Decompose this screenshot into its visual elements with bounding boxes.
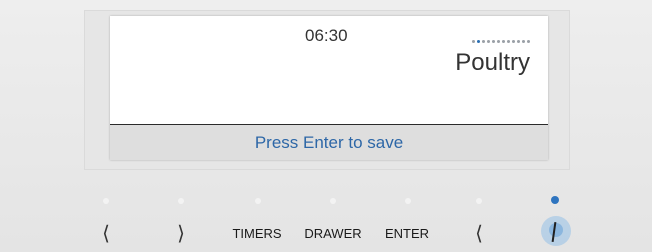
back-arrow-led: [476, 198, 482, 204]
drawer-led: [330, 198, 336, 204]
page-dot: [517, 40, 520, 43]
page-dot: [512, 40, 515, 43]
enter-button[interactable]: ENTER: [378, 222, 436, 244]
page-dot: [522, 40, 525, 43]
page-dot: [502, 40, 505, 43]
right-arrow-led: [178, 198, 184, 204]
page-dot: [492, 40, 495, 43]
right-arrow-button[interactable]: ⟩: [171, 221, 191, 245]
cooking-mode-name: Poultry: [455, 49, 530, 76]
page-dot: [477, 40, 480, 43]
page-dot: [527, 40, 530, 43]
enter-led: [405, 198, 411, 204]
left-arrow-button[interactable]: ⟨: [96, 221, 116, 245]
knob-led: [551, 196, 559, 204]
control-panel: 06:30 Poultry Press Enter to save ⟨ ⟩ TI…: [0, 0, 652, 252]
left-arrow-led: [103, 198, 109, 204]
timers-led: [255, 198, 261, 204]
button-row: ⟨ ⟩ TIMERS DRAWER ENTER ⟨: [0, 192, 652, 252]
mode-page-indicator: [472, 40, 530, 43]
drawer-button[interactable]: DRAWER: [298, 222, 368, 244]
status-bar: Press Enter to save: [110, 125, 548, 160]
page-dot: [482, 40, 485, 43]
status-message: Press Enter to save: [254, 132, 404, 152]
back-arrow-button[interactable]: ⟨: [469, 221, 489, 245]
page-dot: [472, 40, 475, 43]
display-screen: 06:30 Poultry Press Enter to save: [110, 16, 548, 160]
page-dot: [507, 40, 510, 43]
control-knob-center: [549, 223, 563, 237]
page-dot: [497, 40, 500, 43]
timers-button[interactable]: TIMERS: [226, 222, 288, 244]
clock-time: 06:30: [305, 26, 348, 45]
page-dot: [487, 40, 490, 43]
